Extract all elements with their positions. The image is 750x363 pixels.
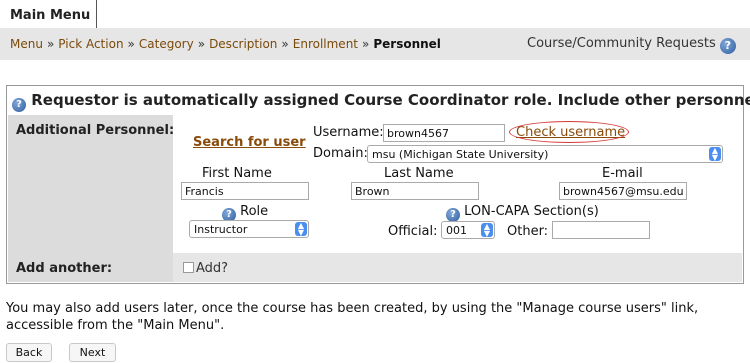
header-strip [97,0,750,28]
back-button[interactable]: Back [6,343,52,362]
breadcrumb-sep: » [281,37,289,51]
breadcrumb-category[interactable]: Category [139,37,194,51]
chevron-updown-icon: ▲ ▼ [481,223,493,238]
add-another-checkbox-row[interactable]: Add? [183,261,228,276]
chevron-updown-icon: ▲ ▼ [295,222,307,237]
course-requests-label[interactable]: Course/Community Requests [527,36,716,51]
main-menu-tab[interactable]: Main Menu [0,0,97,28]
breadcrumb: Menu» Pick Action» Category» Description» En… [10,37,441,51]
breadcrumb-sep: » [197,37,206,51]
breadcrumb-menu[interactable]: Menu [10,37,43,51]
highlight-ellipse [509,121,629,143]
add-another-field-bg [173,253,742,282]
help-icon[interactable]: ? [12,98,26,112]
domain-value: msu (Michigan State University) [372,148,549,161]
info-note: You may also add users later, once the c… [6,301,699,333]
username-input[interactable]: brown4567 [383,124,505,142]
add-checkbox-label: Add? [196,261,229,276]
domain-label: Domain: [313,146,368,161]
section-header-text: LON-CAPA Section(s) [464,204,599,219]
username-label: Username: [313,125,384,140]
other-section-input[interactable] [552,221,650,239]
panel-title: ? Requestor is automatically assigned Co… [12,91,750,112]
help-icon[interactable]: ? [719,38,736,54]
section-header: ? LON-CAPA Section(s) [446,204,599,222]
role-value: Instructor [194,223,248,236]
role-header-text: Role [240,204,269,219]
email-header: E-mail [602,166,643,181]
breadcrumb-sep: » [46,37,55,51]
breadcrumb-sep: » [127,37,135,51]
chevron-updown-icon: ▲ ▼ [709,147,721,162]
email-input[interactable]: brown4567@msu.edu [559,182,687,200]
panel-title-text: Requestor is automatically assigned Cour… [31,91,750,109]
first-name-input[interactable]: Francis [181,182,309,200]
role-select[interactable]: Instructor ▲ ▼ [189,220,309,238]
help-icon[interactable]: ? [446,208,460,222]
add-another-label: Add another: [16,261,113,276]
last-name-input[interactable]: Brown [351,182,479,200]
other-label: Other: [507,224,549,239]
breadcrumb-description[interactable]: Description [209,37,277,51]
official-label: Official: [388,224,438,239]
breadcrumb-sep: » [362,37,370,51]
add-another-checkbox[interactable] [183,262,194,273]
breadcrumb-enrollment[interactable]: Enrollment [293,37,358,51]
breadcrumb-pick-action[interactable]: Pick Action [58,37,123,51]
domain-select[interactable]: msu (Michigan State University) ▲ ▼ [367,145,723,163]
official-value: 001 [446,224,467,237]
search-for-user-link[interactable]: Search for user [193,135,306,150]
first-name-header: First Name [202,166,272,181]
next-button[interactable]: Next [69,343,116,362]
additional-personnel-label: Additional Personnel: [16,123,175,138]
last-name-header: Last Name [384,166,454,181]
course-requests-link[interactable]: Course/Community Requests ? [527,36,736,54]
breadcrumb-current: Personnel [373,37,441,51]
official-section-select[interactable]: 001 ▲ ▼ [441,221,495,239]
